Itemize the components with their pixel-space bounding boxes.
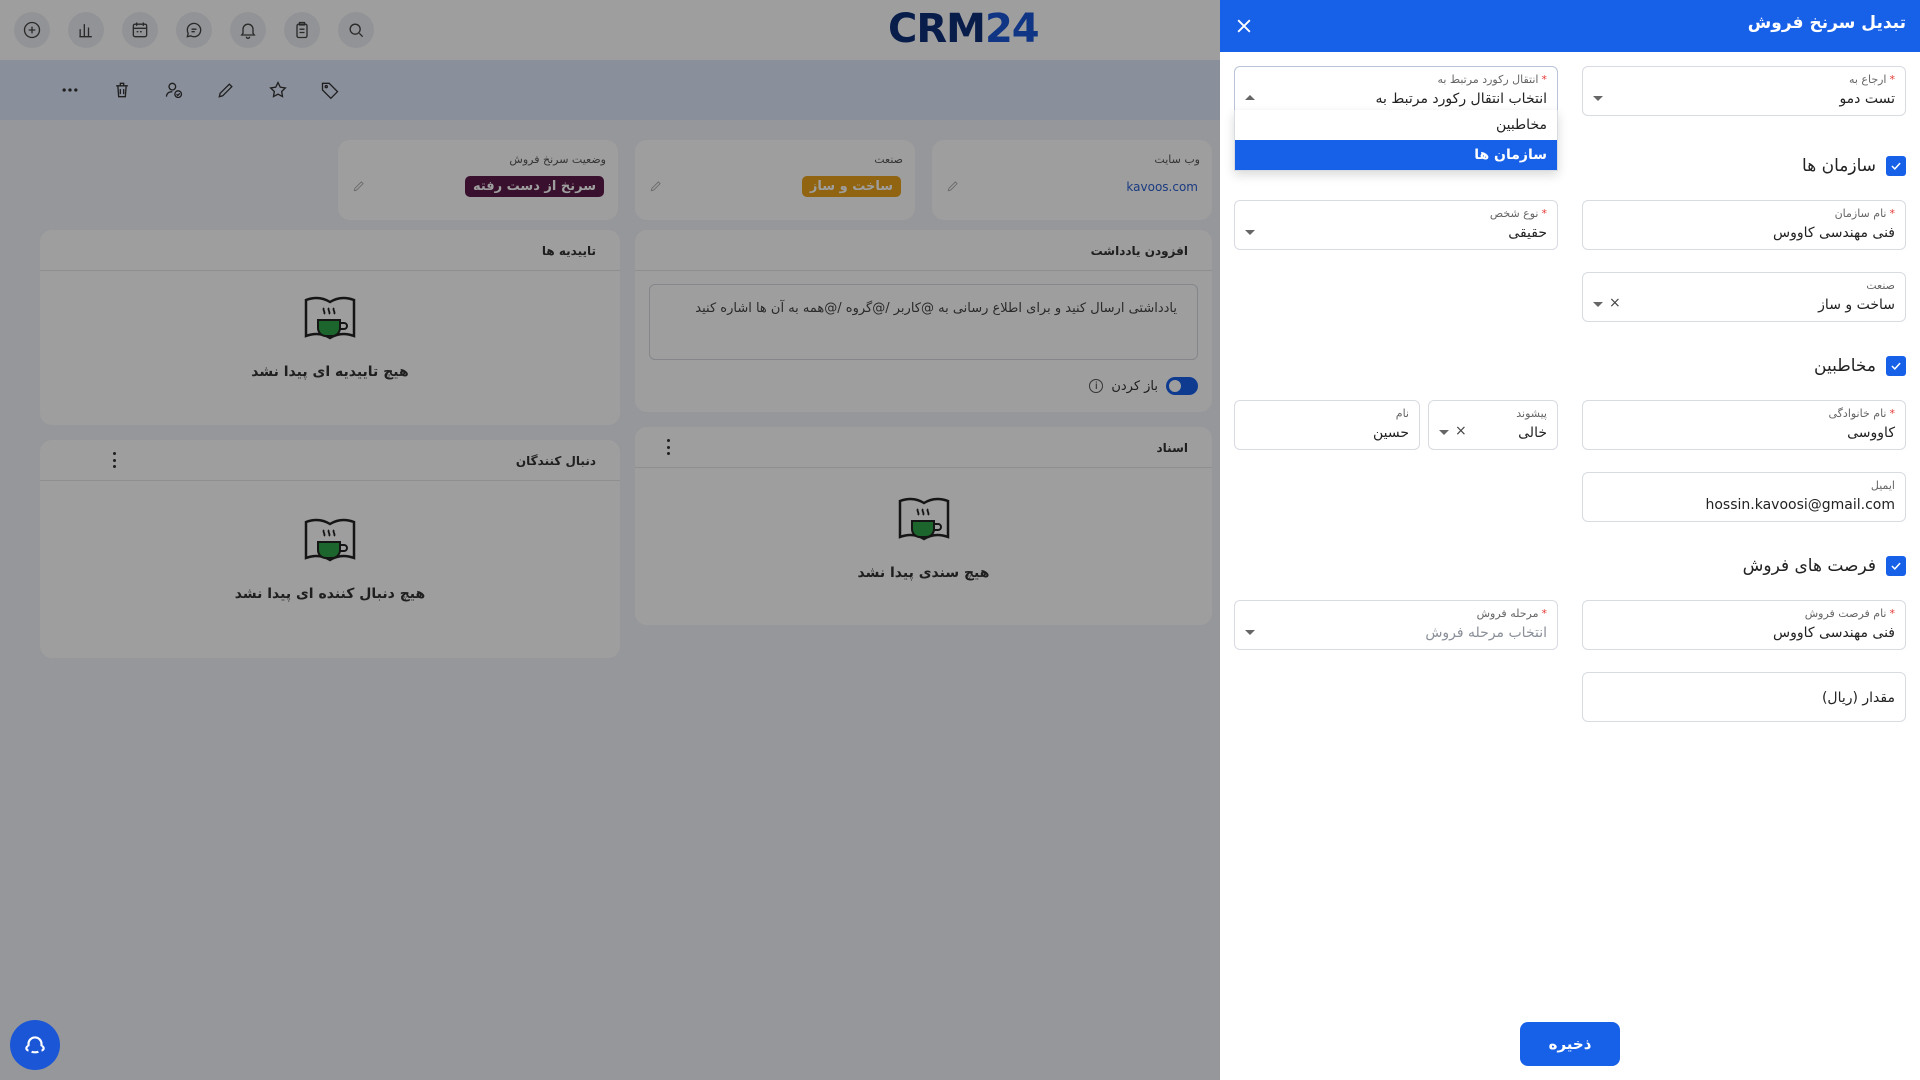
organization-name-value: فنی مهندسی کاووس [1773, 225, 1895, 241]
transfer-records-label: *انتقال رکورد مرتبط به [1437, 73, 1547, 86]
assign-to-value: تست دمو [1839, 91, 1895, 107]
drawer-title: تبدیل سرنخ فروش [1747, 13, 1906, 33]
amount-field[interactable]: مقدار (ریال) [1582, 672, 1906, 722]
clear-icon[interactable]: × [1609, 295, 1621, 311]
sales-stage-label: *مرحله فروش [1477, 607, 1547, 620]
opportunities-checkbox[interactable] [1886, 556, 1906, 576]
transfer-records-placeholder: انتخاب انتقال رکورد مرتبط به [1375, 91, 1547, 107]
support-chat-button[interactable] [10, 1020, 60, 1070]
organizations-checkbox[interactable] [1886, 156, 1906, 176]
industry-field-label: صنعت [1866, 279, 1895, 292]
clear-icon[interactable]: × [1455, 423, 1467, 439]
required-mark: * [1889, 207, 1896, 220]
required-mark: * [1541, 607, 1548, 620]
required-mark: * [1889, 607, 1896, 620]
required-mark: * [1541, 207, 1548, 220]
person-type-value: حقیقی [1508, 225, 1547, 241]
sales-stage-select[interactable]: *مرحله فروش انتخاب مرحله فروش [1234, 600, 1558, 650]
organization-name-label-text: نام سازمان [1834, 207, 1887, 220]
chevron-down-icon [1245, 630, 1255, 635]
contacts-section-header: مخاطبین [1814, 356, 1906, 376]
required-mark: * [1889, 73, 1896, 86]
last-name-value: کاووسی [1847, 425, 1895, 441]
first-name-value: حسین [1372, 425, 1409, 441]
opportunity-name-value: فنی مهندسی کاووس [1773, 625, 1895, 641]
opportunity-name-label-text: نام فرصت فروش [1804, 607, 1887, 620]
contacts-checkbox[interactable] [1886, 356, 1906, 376]
close-icon[interactable] [1234, 16, 1254, 36]
email-value: hossin.kavoosi@gmail.com [1705, 497, 1895, 513]
chevron-up-icon [1245, 95, 1255, 100]
prefix-label: پیشوند [1516, 407, 1547, 420]
convert-lead-drawer: تبدیل سرنخ فروش *ارجاع به تست دمو *انتقا… [1220, 0, 1920, 1080]
prefix-select[interactable]: پیشوند خالی × [1428, 400, 1558, 450]
organization-name-label: *نام سازمان [1835, 207, 1895, 220]
person-type-label-text: نوع شخص [1489, 207, 1539, 220]
prefix-value: خالی [1518, 425, 1547, 441]
email-label: ایمیل [1870, 479, 1895, 492]
chevron-down-icon [1593, 96, 1603, 101]
organizations-section-header: سازمان ها [1802, 156, 1906, 176]
sales-stage-placeholder: انتخاب مرحله فروش [1425, 625, 1547, 641]
dropdown-option-organizations[interactable]: سازمان ها [1235, 140, 1557, 170]
contacts-section-label: مخاطبین [1814, 356, 1876, 376]
email-field[interactable]: ایمیل hossin.kavoosi@gmail.com [1582, 472, 1906, 522]
opportunity-name-field[interactable]: *نام فرصت فروش فنی مهندسی کاووس [1582, 600, 1906, 650]
person-type-label: *نوع شخص [1490, 207, 1547, 220]
required-mark: * [1541, 73, 1548, 86]
opportunity-name-label: *نام فرصت فروش [1805, 607, 1895, 620]
sales-stage-label-text: مرحله فروش [1476, 607, 1539, 620]
opportunities-section-header: فرصت های فروش [1743, 556, 1906, 576]
chevron-down-icon [1245, 230, 1255, 235]
last-name-label-text: نام خانوادگی [1828, 407, 1887, 420]
transfer-records-dropdown: مخاطبین سازمان ها [1234, 110, 1558, 171]
organization-name-field[interactable]: *نام سازمان فنی مهندسی کاووس [1582, 200, 1906, 250]
chevron-down-icon [1593, 302, 1603, 307]
transfer-records-select[interactable]: *انتقال رکورد مرتبط به انتخاب انتقال رکو… [1234, 66, 1558, 116]
last-name-field[interactable]: *نام خانوادگی کاووسی [1582, 400, 1906, 450]
industry-field-value: ساخت و ساز [1818, 297, 1895, 313]
first-name-label: نام [1395, 407, 1409, 420]
opportunities-section-label: فرصت های فروش [1742, 556, 1876, 576]
first-name-field[interactable]: نام حسین [1234, 400, 1420, 450]
industry-select[interactable]: صنعت ساخت و ساز × [1582, 272, 1906, 322]
modal-backdrop[interactable] [0, 0, 1220, 1080]
organizations-section-label: سازمان ها [1802, 156, 1876, 176]
last-name-label: *نام خانوادگی [1829, 407, 1895, 420]
save-button[interactable]: ذخیره [1520, 1022, 1620, 1066]
assign-to-label: *ارجاع به [1849, 73, 1895, 86]
dropdown-option-contacts[interactable]: مخاطبین [1235, 110, 1557, 140]
assign-to-select[interactable]: *ارجاع به تست دمو [1582, 66, 1906, 116]
required-mark: * [1889, 407, 1896, 420]
drawer-header: تبدیل سرنخ فروش [1220, 0, 1920, 52]
assign-to-label-text: ارجاع به [1848, 73, 1887, 86]
amount-label: مقدار (ریال) [1821, 690, 1895, 706]
chevron-down-icon [1439, 430, 1449, 435]
transfer-records-label-text: انتقال رکورد مرتبط به [1437, 73, 1539, 86]
person-type-select[interactable]: *نوع شخص حقیقی [1234, 200, 1558, 250]
